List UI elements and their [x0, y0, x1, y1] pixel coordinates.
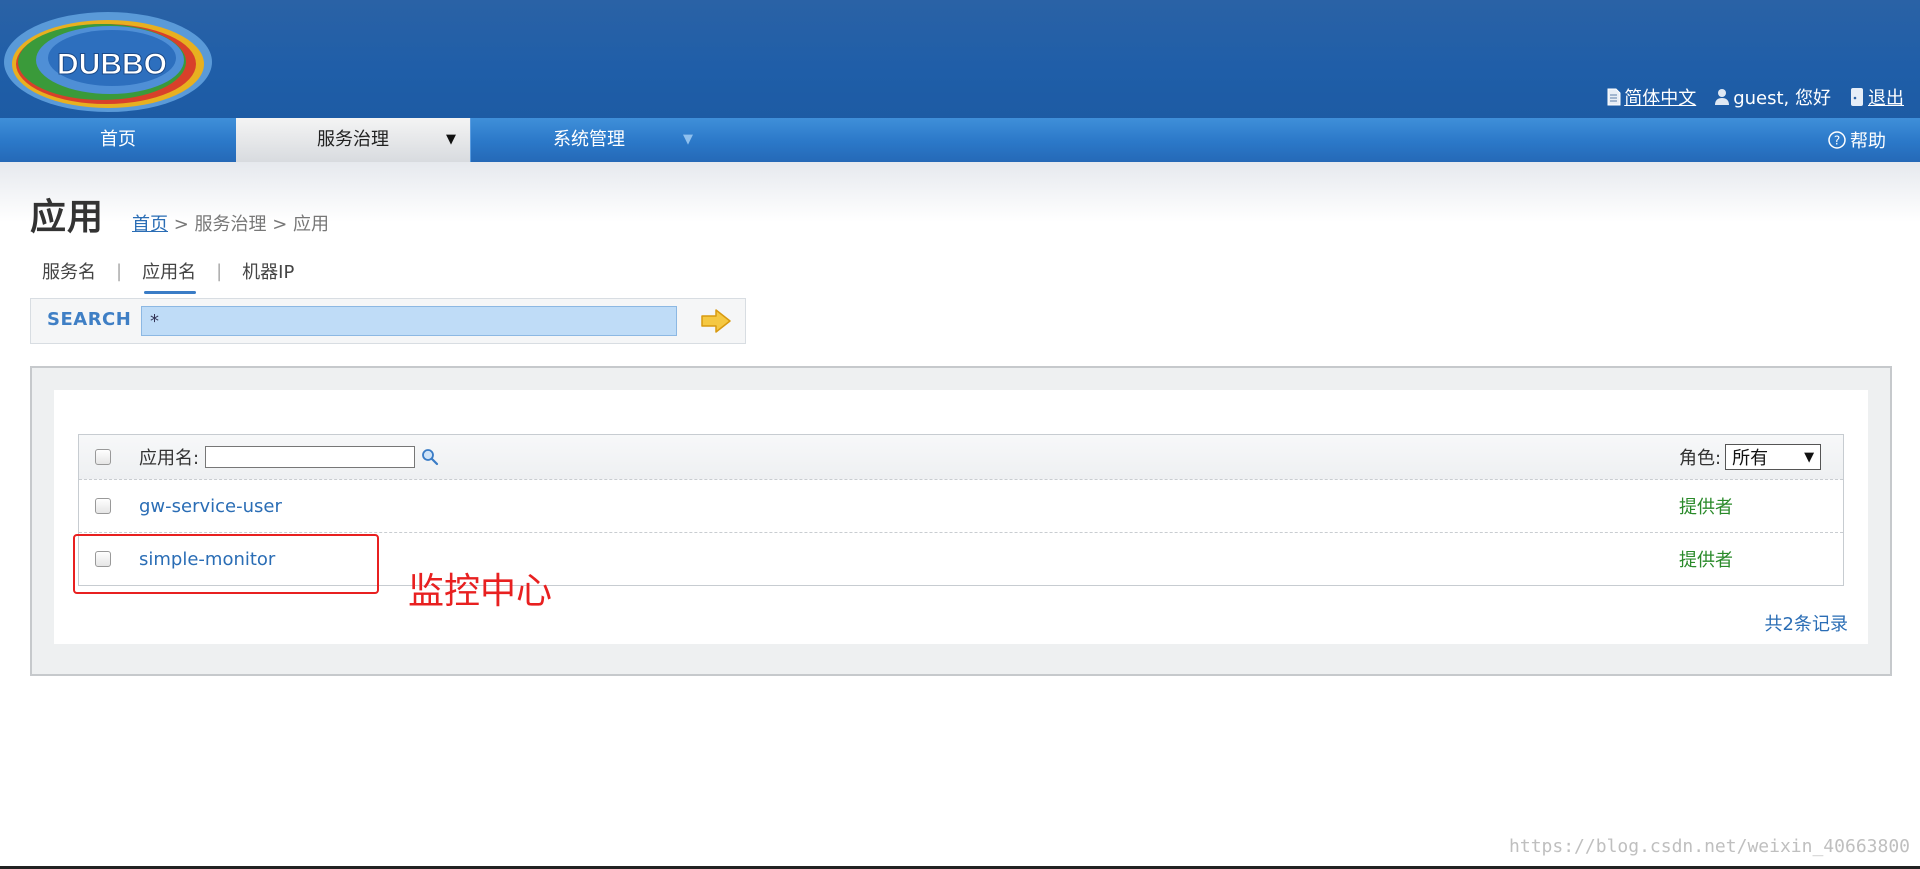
- page-title: 应用: [30, 197, 105, 238]
- role-filter-cell: 角色: 所有 ▼: [1679, 435, 1822, 479]
- tab-service-name[interactable]: 服务名: [38, 258, 100, 284]
- search-label: SEARCH: [47, 309, 132, 330]
- role-value: 提供者: [1679, 550, 1733, 571]
- role-select[interactable]: 所有 ▼: [1725, 444, 1822, 470]
- row-checkbox[interactable]: [95, 498, 111, 514]
- role-filter-label: 角色:: [1679, 448, 1722, 469]
- role-cell: 提供者: [1679, 533, 1733, 585]
- breadcrumb: 首页 > 服务治理 > 应用: [132, 210, 329, 236]
- main-nav: 首页 服务治理 ▼ 系统管理 ▼ ? 帮助: [0, 118, 1920, 163]
- tab-application-name[interactable]: 应用名: [138, 258, 200, 294]
- name-filter-input[interactable]: [205, 446, 416, 468]
- svg-text:DUBBO: DUBBO: [57, 48, 167, 81]
- tab-separator: |: [216, 260, 223, 282]
- results-panel: 应用名: 角色: 所有 ▼ gw-service-user 提供者 simple…: [30, 366, 1892, 676]
- app-name-cell: gw-service-user: [139, 480, 282, 532]
- name-filter-label: 应用名:: [139, 448, 200, 469]
- svg-text:?: ?: [1834, 134, 1840, 148]
- table-header-row: 应用名: 角色: 所有 ▼: [79, 435, 1843, 480]
- app-name-link[interactable]: gw-service-user: [139, 496, 282, 517]
- chevron-down-icon: ▼: [1804, 449, 1815, 465]
- language-label[interactable]: 简体中文: [1624, 84, 1696, 110]
- dubbo-logo[interactable]: DUBBO: [2, 6, 218, 118]
- user-greeting-text: guest, 您好: [1733, 88, 1831, 109]
- user-icon: [1715, 89, 1730, 105]
- tab-machine-ip[interactable]: 机器IP: [238, 258, 298, 284]
- search-bar: SEARCH: [30, 298, 746, 344]
- breadcrumb-home-link[interactable]: 首页: [132, 214, 168, 235]
- select-all-checkbox[interactable]: [95, 449, 111, 465]
- help-icon: ?: [1828, 131, 1846, 149]
- user-greeting: guest, 您好: [1714, 84, 1831, 110]
- role-cell: 提供者: [1679, 480, 1733, 532]
- tab-separator: |: [116, 260, 123, 282]
- exit-door-icon: [1851, 88, 1863, 106]
- nav-item-service-governance[interactable]: 服务治理 ▼: [236, 118, 470, 162]
- dropdown-arrow-icon: ▼: [446, 132, 456, 147]
- arrow-right-icon[interactable]: [699, 307, 733, 335]
- nav-home-label: 首页: [100, 129, 136, 150]
- table-row: gw-service-user 提供者: [79, 480, 1843, 533]
- dropdown-arrow-icon: ▼: [683, 132, 693, 147]
- role-select-value: 所有: [1732, 448, 1769, 469]
- nav-system-admin-label: 系统管理: [553, 129, 625, 150]
- results-inner: 应用名: 角色: 所有 ▼ gw-service-user 提供者 simple…: [54, 390, 1868, 644]
- total-records: 共2条记录: [1764, 614, 1848, 635]
- search-icon[interactable]: [421, 448, 439, 466]
- help-link[interactable]: ? 帮助: [1828, 118, 1886, 162]
- logout-link[interactable]: 退出: [1849, 84, 1904, 110]
- nav-item-system-admin[interactable]: 系统管理 ▼: [470, 118, 707, 162]
- top-links: 简体中文 guest, 您好 退出: [1607, 84, 1904, 110]
- header-bar: DUBBO 简体中文 guest, 您好 退出: [0, 0, 1920, 118]
- search-input[interactable]: [141, 306, 677, 336]
- nav-item-home[interactable]: 首页: [0, 118, 236, 162]
- watermark: https://blog.csdn.net/weixin_40663800: [1509, 836, 1910, 857]
- role-value: 提供者: [1679, 497, 1733, 518]
- search-type-tabs: 服务名 | 应用名 | 机器IP: [38, 258, 298, 294]
- breadcrumb-trail: > 服务治理 > 应用: [168, 214, 330, 235]
- logout-label[interactable]: 退出: [1868, 84, 1904, 110]
- document-icon: [1607, 88, 1621, 106]
- nav-service-governance-label: 服务治理: [317, 129, 389, 150]
- name-filter-cell: 应用名:: [139, 435, 439, 479]
- help-label: 帮助: [1850, 131, 1886, 152]
- annotation-highlight-box: [73, 534, 379, 594]
- language-link[interactable]: 简体中文: [1607, 84, 1696, 110]
- annotation-note: 监控中心: [408, 571, 553, 612]
